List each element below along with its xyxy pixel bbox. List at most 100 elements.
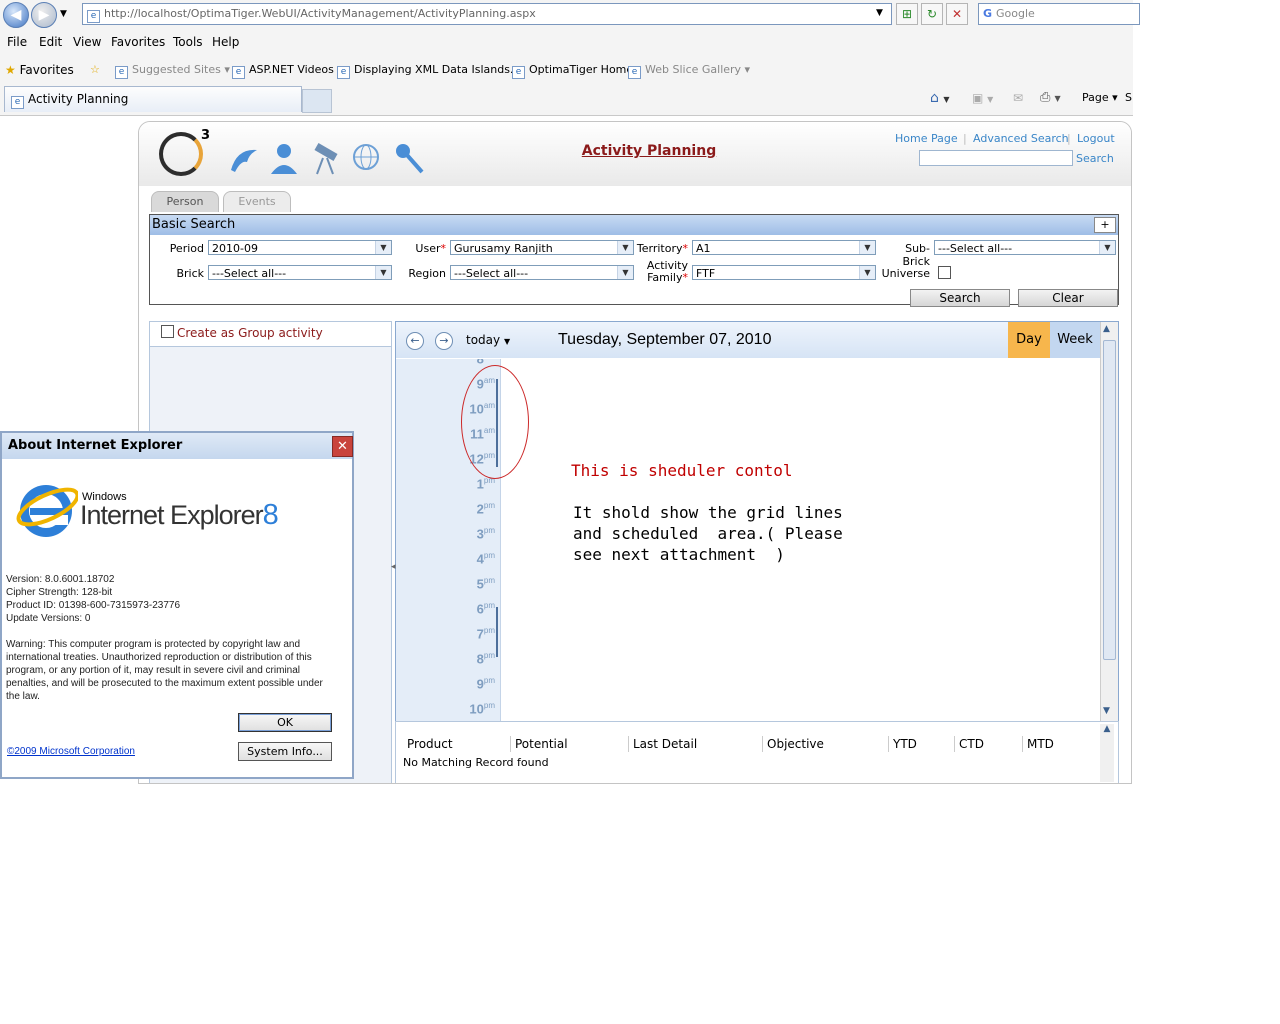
next-day-icon[interactable]: → — [435, 332, 453, 350]
menu-help[interactable]: Help — [212, 35, 239, 49]
col-objective[interactable]: Objective — [762, 736, 824, 752]
tab-person[interactable]: Person — [151, 191, 219, 212]
key-icon[interactable] — [392, 140, 426, 178]
col-last-detail[interactable]: Last Detail — [628, 736, 697, 752]
brick-select[interactable]: ---Select all--- ▼ — [208, 265, 392, 280]
version-text: Version: 8.0.6001.18702 — [6, 574, 115, 585]
stop-icon[interactable]: ✕ — [946, 3, 968, 25]
mail-icon[interactable]: ✉ — [1013, 91, 1023, 105]
scroll-down-icon[interactable]: ▼ — [1103, 706, 1110, 716]
top-search-input[interactable] — [919, 150, 1073, 166]
group-activity-checkbox[interactable] — [161, 325, 174, 338]
new-tab-button[interactable] — [302, 89, 332, 113]
col-mtd[interactable]: MTD — [1022, 736, 1054, 752]
product-id-text: Product ID: 01398-600-7315973-23776 — [6, 600, 181, 611]
favorites-button[interactable]: ★ Favorites — [5, 63, 74, 77]
compat-view-icon[interactable]: ⊞ — [896, 3, 918, 25]
print-icon[interactable]: ⎙ ▼ — [1040, 90, 1061, 105]
tab-events[interactable]: Events — [223, 191, 291, 212]
activity-family-select[interactable]: FTF ▼ — [692, 265, 876, 280]
ie-page-icon: e — [628, 66, 641, 79]
refresh-icon[interactable]: ↻ — [921, 3, 943, 25]
scroll-thumb[interactable] — [1103, 340, 1116, 660]
fav-web-slice-gallery[interactable]: e Web Slice Gallery ▾ — [628, 63, 750, 79]
system-info-button[interactable]: System Info... — [238, 742, 332, 761]
ie-page-icon: e — [11, 96, 24, 109]
feeds-icon[interactable]: ▣ ▼ — [972, 91, 993, 105]
close-icon[interactable]: ✕ — [332, 436, 353, 457]
territory-select[interactable]: A1 ▼ — [692, 240, 876, 255]
expand-button[interactable]: + — [1094, 217, 1116, 233]
fav-aspnet-videos[interactable]: e ASP.NET Videos — [232, 63, 334, 79]
home-icon[interactable]: ⌂ ▼ — [930, 90, 950, 106]
history-dropdown-icon[interactable]: ▼ — [60, 9, 67, 19]
prev-day-icon[interactable]: ← — [406, 332, 424, 350]
fav-optimatiger-home[interactable]: e OptimaTiger Home — [512, 63, 633, 79]
logout-link[interactable]: Logout — [1077, 132, 1115, 145]
annotation-note-line3: see next attachment ) — [573, 545, 785, 564]
time-indicator — [496, 607, 498, 657]
col-product[interactable]: Product — [403, 736, 453, 752]
tab-strip: e Activity Planning ⌂ ▼ ▣ ▼ ✉ ⎙ ▼ Page ▾ … — [0, 86, 1133, 114]
forward-icon[interactable]: ▶ — [31, 2, 57, 28]
scroll-up-icon[interactable]: ▲ — [1100, 724, 1114, 734]
advanced-search-link[interactable]: Advanced Search — [973, 132, 1069, 145]
period-value: 2010-09 — [212, 242, 258, 255]
splitter-arrow-icon[interactable]: ◂ — [391, 562, 396, 572]
address-bar[interactable]: e http://localhost/OptimaTiger.WebUI/Acti… — [82, 3, 892, 25]
safety-menu[interactable]: S — [1125, 91, 1132, 104]
user-value: Gurusamy Ranjith — [454, 242, 553, 255]
hour-label: 3pm — [477, 526, 495, 541]
fav-suggested-sites[interactable]: e Suggested Sites ▾ — [115, 63, 230, 79]
menu-favorites[interactable]: Favorites — [111, 35, 165, 49]
region-label: Region — [408, 267, 446, 280]
scheduler-scrollbar[interactable]: ▲ ▼ — [1100, 322, 1118, 722]
browser-tab-active[interactable]: e Activity Planning — [4, 86, 302, 112]
today-button[interactable]: today ▼ — [466, 333, 510, 347]
universe-checkbox[interactable] — [938, 266, 951, 279]
hour-number: 8 — [477, 359, 484, 366]
scheduler-toolbar: ← → today ▼ Tuesday, September 07, 2010 … — [396, 322, 1100, 358]
col-ctd[interactable]: CTD — [954, 736, 984, 752]
region-select[interactable]: ---Select all--- ▼ — [450, 265, 634, 280]
search-button[interactable]: Search — [910, 289, 1010, 307]
clear-button[interactable]: Clear — [1018, 289, 1118, 307]
col-potential[interactable]: Potential — [510, 736, 568, 752]
hour-label: 6pm — [477, 601, 495, 616]
ok-button[interactable]: OK — [238, 713, 332, 732]
menu-file[interactable]: File — [7, 35, 27, 49]
period-select[interactable]: 2010-09 ▼ — [208, 240, 392, 255]
week-view-button[interactable]: Week — [1050, 322, 1100, 358]
product-name-text: Internet Explorer — [80, 500, 264, 530]
family-label-line2: Family — [647, 271, 683, 284]
menu-view[interactable]: View — [73, 35, 101, 49]
search-input[interactable]: G Google — [978, 3, 1140, 25]
brick-value: ---Select all--- — [212, 267, 287, 280]
telescope-icon[interactable] — [309, 140, 343, 178]
user-icon[interactable] — [267, 140, 301, 178]
globe-icon[interactable] — [349, 140, 383, 178]
day-view-button[interactable]: Day — [1008, 322, 1050, 358]
menu-tools[interactable]: Tools — [173, 35, 203, 49]
ie-product-name: Internet Explorer8 — [80, 499, 279, 532]
grid-scrollbar[interactable]: ▲ — [1100, 724, 1114, 782]
scroll-up-icon[interactable]: ▲ — [1103, 324, 1110, 334]
col-ytd[interactable]: YTD — [888, 736, 917, 752]
menu-edit[interactable]: Edit — [39, 35, 62, 49]
hour-label: 4pm — [477, 551, 495, 566]
copyright-link[interactable]: ©2009 Microsoft Corporation — [7, 746, 135, 757]
annotation-note-line2: and scheduled area.( Please — [573, 524, 843, 543]
user-select[interactable]: Gurusamy Ranjith ▼ — [450, 240, 634, 255]
top-search-link[interactable]: Search — [1076, 152, 1114, 165]
fav-xml-islands[interactable]: e Displaying XML Data Islands... — [337, 63, 520, 79]
hour-suffix: pm — [483, 551, 495, 560]
page-menu[interactable]: Page ▾ — [1082, 91, 1118, 104]
subbrick-select[interactable]: ---Select all--- ▼ — [934, 240, 1116, 255]
dolphin-icon[interactable] — [227, 140, 261, 178]
home-page-link[interactable]: Home Page — [895, 132, 958, 145]
address-dropdown-icon[interactable]: ▼ — [876, 8, 883, 18]
back-icon[interactable]: ◀ — [3, 2, 29, 28]
hour-suffix: pm — [483, 651, 495, 660]
add-favorite-icon[interactable]: ☆ — [90, 63, 100, 76]
o3-logo-icon — [159, 132, 203, 176]
